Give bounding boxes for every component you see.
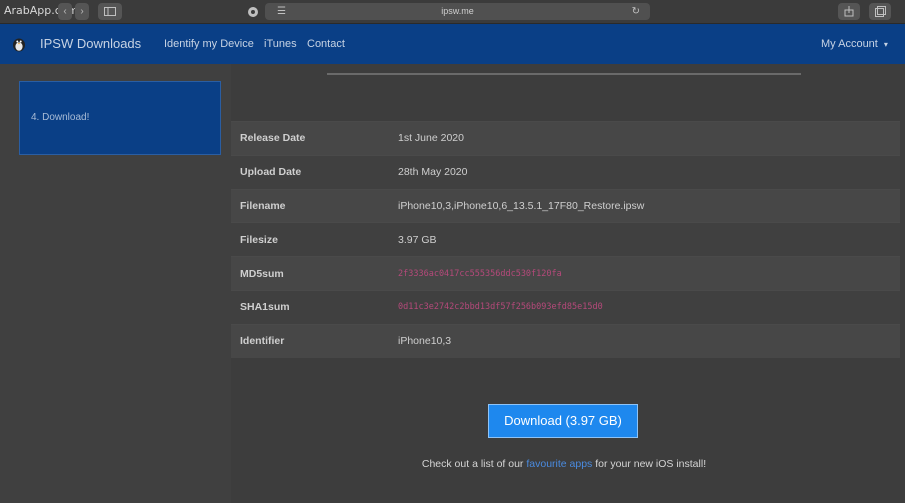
download-button[interactable]: Download (3.97 GB) (488, 404, 638, 438)
sha1-hash-value: 0d11c3e2742c2bbd13df57f256b093efd85e15d0 (390, 289, 900, 325)
my-account-label: My Account (821, 38, 878, 50)
sidebar-step-label: 4. Download! (31, 112, 90, 123)
table-row: MD5sum 2f3336ac0417cc555356ddc530f120fa (231, 256, 900, 291)
nav-link-contact[interactable]: Contact (307, 38, 345, 50)
table-row: Filesize 3.97 GB (231, 222, 900, 257)
row-key: Release Date (231, 121, 390, 156)
row-value: 1st June 2020 (390, 121, 900, 156)
site-navbar: IPSW Downloads Identify my Device iTunes… (0, 24, 905, 64)
my-account-dropdown[interactable]: My Account ▾ (821, 38, 888, 50)
chevron-left-icon: ‹ (63, 6, 67, 17)
sidebar-toggle-button[interactable] (98, 3, 122, 20)
favourite-apps-note: Check out a list of our favourite apps f… (0, 458, 905, 470)
row-key: Identifier (231, 323, 390, 359)
tabs-button[interactable] (869, 3, 891, 20)
row-key: Upload Date (231, 154, 390, 190)
privacy-button[interactable] (241, 3, 265, 20)
privacy-icon (248, 7, 258, 17)
row-value: iPhone10,3 (390, 323, 900, 359)
nav-link-itunes[interactable]: iTunes (264, 38, 297, 50)
row-value: iPhone10,3,iPhone10,6_13.5.1_17F80_Resto… (390, 188, 900, 223)
row-key: MD5sum (231, 256, 390, 291)
forward-button[interactable]: › (75, 3, 89, 20)
reload-icon[interactable]: ↻ (632, 3, 640, 20)
tabs-icon (874, 6, 886, 17)
row-value: 3.97 GB (390, 222, 900, 257)
share-button[interactable] (838, 3, 860, 20)
table-row: Filename iPhone10,3,iPhone10,6_13.5.1_17… (231, 188, 900, 223)
caret-down-icon: ▾ (883, 40, 888, 49)
nav-link-identify-device[interactable]: Identify my Device (164, 38, 254, 50)
site-brand-link[interactable]: IPSW Downloads (40, 36, 141, 51)
table-row: Release Date 1st June 2020 (231, 121, 900, 156)
row-key: SHA1sum (231, 289, 390, 325)
favourite-apps-link[interactable]: favourite apps (526, 458, 592, 470)
penguin-logo-icon[interactable] (11, 36, 27, 52)
chevron-right-icon: › (80, 6, 84, 17)
firmware-info-table: Release Date 1st June 2020 Upload Date 2… (231, 121, 900, 359)
table-row: Identifier iPhone10,3 (231, 323, 900, 359)
row-value: 28th May 2020 (390, 154, 900, 190)
table-row: Upload Date 28th May 2020 (231, 154, 900, 190)
divider (327, 73, 801, 75)
browser-toolbar: ArabApp.com ‹ › ☰ ipsw.me ↻ (0, 0, 905, 24)
row-key: Filesize (231, 222, 390, 257)
note-text-before: Check out a list of our (421, 458, 527, 470)
note-text-after: for your new iOS install! (592, 458, 707, 470)
sidebar-icon (104, 7, 116, 16)
table-row: SHA1sum 0d11c3e2742c2bbd13df57f256b093ef… (231, 289, 900, 325)
back-button[interactable]: ‹ (58, 3, 72, 20)
address-bar[interactable]: ☰ ipsw.me ↻ (265, 3, 650, 20)
sidebar-step-download[interactable]: 4. Download! (19, 81, 221, 155)
row-key: Filename (231, 188, 390, 223)
md5-hash-value: 2f3336ac0417cc555356ddc530f120fa (390, 256, 900, 291)
share-icon (844, 6, 854, 17)
url-text: ipsw.me (441, 6, 474, 16)
